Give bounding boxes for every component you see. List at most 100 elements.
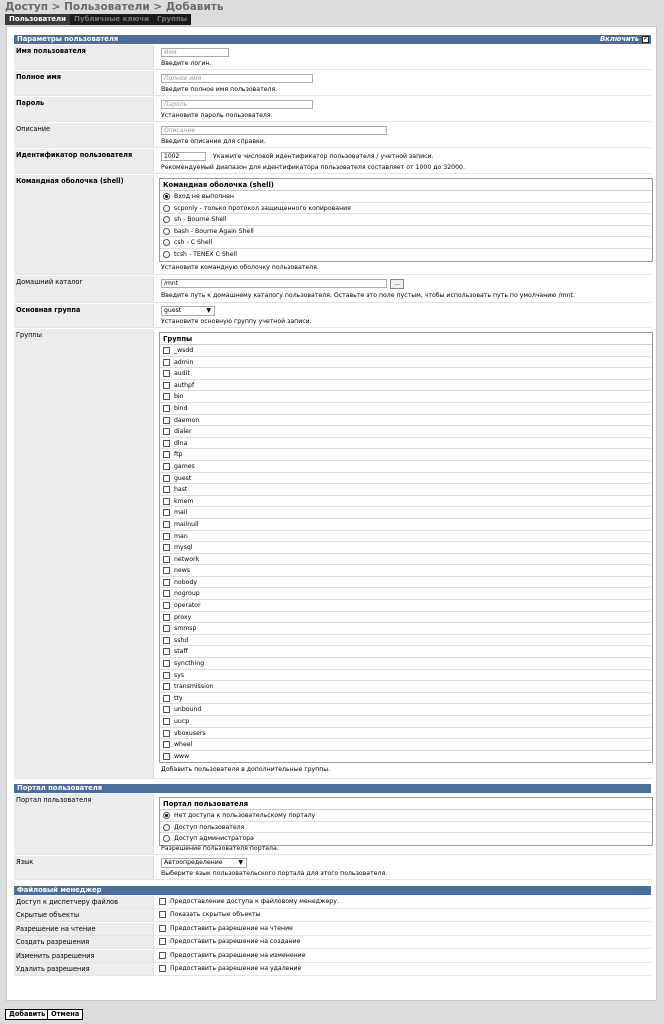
checkbox[interactable] xyxy=(163,428,170,436)
checkbox[interactable] xyxy=(163,729,170,737)
group-option[interactable]: audit xyxy=(160,368,652,380)
fm-checkbox[interactable] xyxy=(159,924,166,932)
group-option[interactable]: kmem xyxy=(160,496,652,508)
portal-option[interactable]: Доступ администратора xyxy=(160,833,652,845)
fullname-input[interactable]: Полное имя xyxy=(161,74,313,83)
group-option[interactable]: dlna xyxy=(160,438,652,450)
group-option[interactable]: unbound xyxy=(160,704,652,716)
group-option[interactable]: tty xyxy=(160,693,652,705)
portal-option[interactable]: Доступ пользователя xyxy=(160,822,652,834)
browse-button[interactable]: ... xyxy=(390,279,404,289)
checkbox[interactable] xyxy=(163,347,170,354)
shell-option[interactable]: csh - C Shell xyxy=(160,237,652,249)
checkbox[interactable] xyxy=(163,613,170,621)
checkbox[interactable] xyxy=(163,671,170,679)
checkbox[interactable] xyxy=(163,567,170,575)
group-option[interactable]: bin xyxy=(160,391,652,403)
radio-button[interactable] xyxy=(163,812,170,819)
tab-groups[interactable]: Группы xyxy=(153,14,191,25)
checkbox[interactable] xyxy=(163,497,170,505)
fm-checkbox[interactable] xyxy=(159,951,166,959)
group-option[interactable]: news xyxy=(160,565,652,577)
checkbox[interactable] xyxy=(163,416,170,424)
checkbox[interactable] xyxy=(163,381,170,389)
group-option[interactable]: nogroup xyxy=(160,588,652,601)
checkbox[interactable] xyxy=(163,532,170,540)
radio-button[interactable] xyxy=(163,204,170,212)
checkbox[interactable] xyxy=(163,439,170,447)
portal-option[interactable]: Нет доступа к пользовательскому порталу xyxy=(160,810,652,822)
enable-checkbox[interactable]: ✓ xyxy=(642,34,649,43)
checkbox[interactable] xyxy=(163,393,170,401)
group-option[interactable]: guest xyxy=(160,473,652,485)
checkbox[interactable] xyxy=(163,404,170,412)
fm-checkbox[interactable] xyxy=(159,898,166,905)
fm-checkbox[interactable] xyxy=(159,938,166,946)
checkbox[interactable] xyxy=(163,590,170,598)
group-option[interactable]: proxy xyxy=(160,612,652,624)
group-option[interactable]: smmsp xyxy=(160,623,652,635)
group-option[interactable]: mysql xyxy=(160,542,652,554)
radio-button[interactable] xyxy=(163,227,170,235)
group-option[interactable]: syncthing xyxy=(160,658,652,670)
checkbox[interactable] xyxy=(163,706,170,714)
checkbox[interactable] xyxy=(163,555,170,563)
group-option[interactable]: dialer xyxy=(160,426,652,438)
checkbox[interactable] xyxy=(163,520,170,528)
checkbox[interactable] xyxy=(163,474,170,482)
password-input[interactable]: Пароль xyxy=(161,100,313,109)
group-option[interactable]: mailnull xyxy=(160,519,652,531)
checkbox[interactable] xyxy=(163,462,170,470)
group-option[interactable]: man xyxy=(160,531,652,543)
checkbox[interactable] xyxy=(163,648,170,656)
checkbox[interactable] xyxy=(163,370,170,378)
group-option[interactable]: sys xyxy=(160,670,652,682)
group-option[interactable]: admin xyxy=(160,357,652,369)
group-option[interactable]: ftp xyxy=(160,449,652,461)
shell-option[interactable]: bash - Bourne Again Shell xyxy=(160,226,652,238)
checkbox[interactable] xyxy=(163,451,170,459)
cancel-button[interactable]: Отмена xyxy=(47,1009,84,1020)
primary-group-select[interactable]: guest ▼ xyxy=(161,306,215,316)
checkbox[interactable] xyxy=(163,636,170,644)
enable-toggle[interactable]: Включить ✓ xyxy=(600,34,649,44)
radio-button[interactable] xyxy=(163,193,170,200)
group-option[interactable]: authpf xyxy=(160,380,652,392)
checkbox[interactable] xyxy=(163,660,170,668)
group-option[interactable]: bind xyxy=(160,403,652,415)
tab-public-keys[interactable]: Публичные ключи xyxy=(70,14,153,25)
radio-button[interactable] xyxy=(163,250,170,258)
shell-option[interactable]: scponly - только протокол защищенного ко… xyxy=(160,203,652,215)
radio-button[interactable] xyxy=(163,216,170,224)
radio-button[interactable] xyxy=(163,835,170,843)
checkbox[interactable] xyxy=(163,625,170,633)
checkbox[interactable] xyxy=(163,683,170,691)
group-option[interactable]: staff xyxy=(160,646,652,659)
uid-input[interactable]: 1002 xyxy=(161,152,206,161)
checkbox[interactable] xyxy=(163,544,170,552)
group-option[interactable]: network xyxy=(160,554,652,566)
group-option[interactable]: vboxusers xyxy=(160,728,652,740)
group-option[interactable]: daemon xyxy=(160,415,652,427)
checkbox[interactable] xyxy=(163,486,170,494)
checkbox[interactable] xyxy=(163,694,170,702)
add-button[interactable]: Добавить xyxy=(5,1009,50,1020)
group-option[interactable]: games xyxy=(160,461,652,473)
checkbox[interactable] xyxy=(163,358,170,366)
checkbox[interactable] xyxy=(163,509,170,517)
group-option[interactable]: operator xyxy=(160,600,652,612)
group-option[interactable]: _wsdd xyxy=(160,345,652,357)
group-option[interactable]: transmission xyxy=(160,681,652,693)
checkbox[interactable] xyxy=(163,578,170,586)
checkbox[interactable] xyxy=(163,602,170,610)
language-select[interactable]: Автоопределение ▼ xyxy=(161,858,247,868)
group-option[interactable]: nobody xyxy=(160,577,652,589)
group-option[interactable]: sshd xyxy=(160,635,652,647)
group-option[interactable]: hast xyxy=(160,484,652,496)
group-option[interactable]: uucp xyxy=(160,716,652,728)
checkbox[interactable] xyxy=(163,718,170,725)
tab-users[interactable]: Пользователи xyxy=(5,14,71,25)
login-input[interactable]: Имя xyxy=(161,48,229,57)
radio-button[interactable] xyxy=(163,239,170,247)
description-input[interactable]: Описание xyxy=(161,126,387,135)
